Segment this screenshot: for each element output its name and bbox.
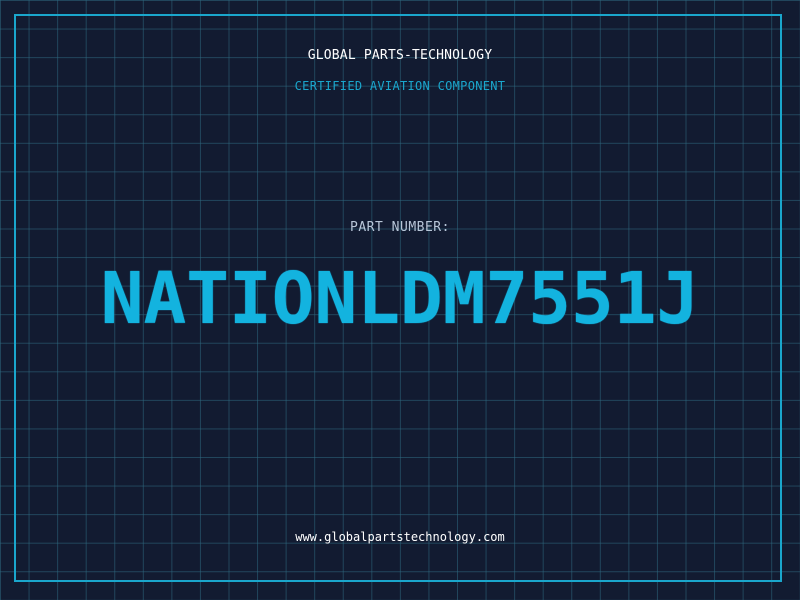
certification-subtitle: CERTIFIED AVIATION COMPONENT [294,79,506,93]
part-number-value: NATIONLDM7551J [100,257,700,340]
part-label-card: GLOBAL PARTS-TECHNOLOGY CERTIFIED AVIATI… [0,0,800,600]
part-number-label: PART NUMBER: [350,220,450,235]
company-name: GLOBAL PARTS-TECHNOLOGY [307,48,493,63]
website-url: www.globalpartstechnology.com [295,530,505,544]
